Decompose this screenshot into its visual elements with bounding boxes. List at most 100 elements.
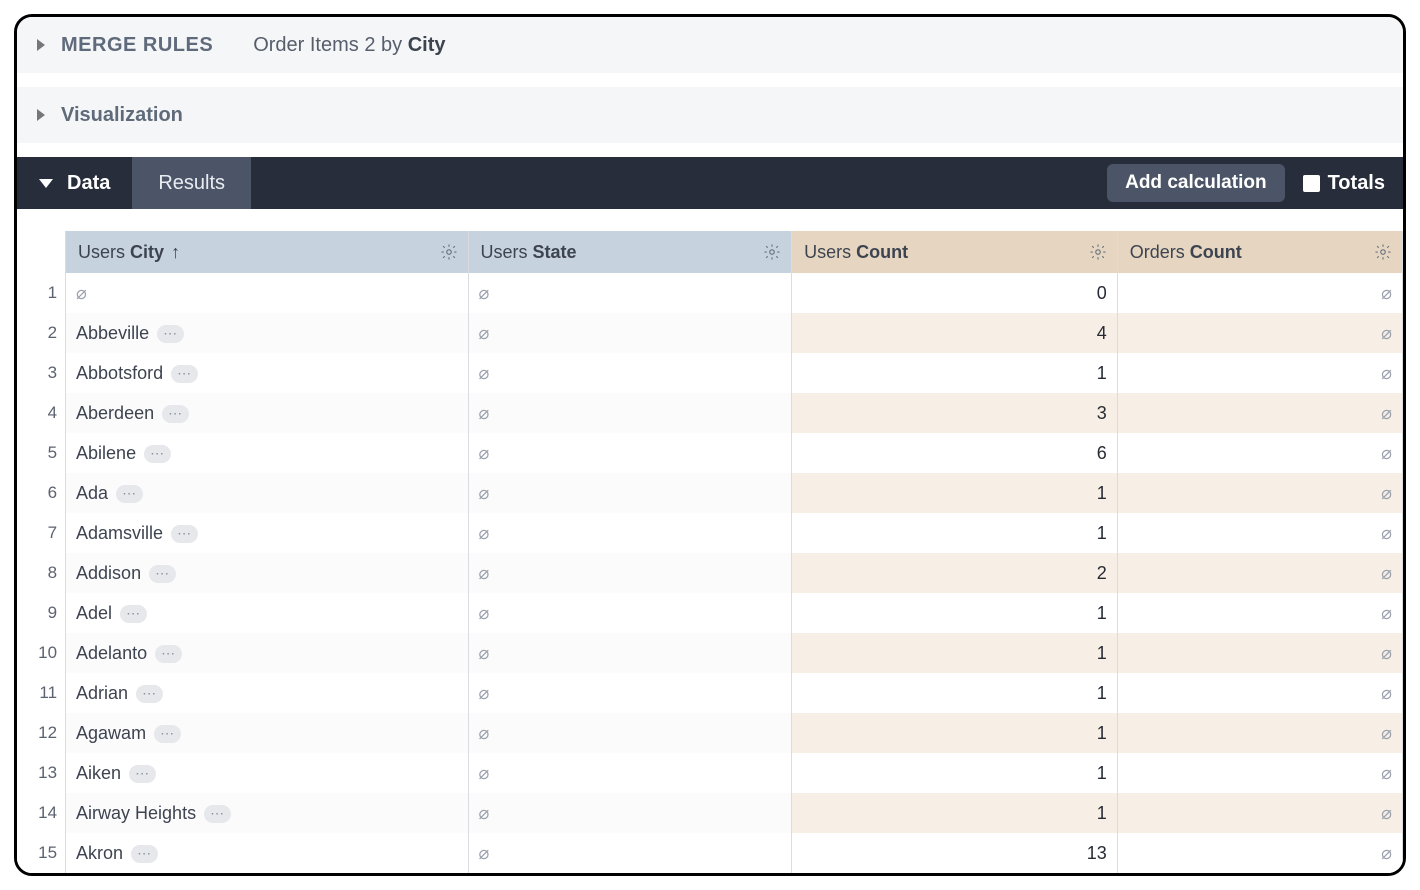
cell-users-city[interactable]: Abbeville⋯ bbox=[66, 313, 469, 353]
visualization-section[interactable]: Visualization bbox=[17, 87, 1403, 143]
cell-users-city[interactable]: Airway Heights⋯ bbox=[66, 793, 469, 833]
cell-users-state[interactable]: ⌀ bbox=[468, 353, 792, 393]
tab-results[interactable]: Results bbox=[132, 157, 251, 209]
add-calculation-button[interactable]: Add calculation bbox=[1107, 164, 1284, 202]
cell-users-count[interactable]: 2 bbox=[792, 553, 1118, 593]
null-icon: ⌀ bbox=[479, 764, 490, 782]
cell-orders-count[interactable]: ⌀ bbox=[1117, 713, 1402, 753]
cell-orders-count[interactable]: ⌀ bbox=[1117, 353, 1402, 393]
multi-value-pill[interactable]: ⋯ bbox=[171, 365, 198, 383]
null-icon: ⌀ bbox=[1381, 444, 1392, 462]
tab-data[interactable]: Data bbox=[17, 157, 132, 209]
cell-users-count[interactable]: 1 bbox=[792, 473, 1118, 513]
cell-users-count[interactable]: 1 bbox=[792, 633, 1118, 673]
multi-value-pill[interactable]: ⋯ bbox=[129, 765, 156, 783]
cell-orders-count[interactable]: ⌀ bbox=[1117, 473, 1402, 513]
cell-orders-count[interactable]: ⌀ bbox=[1117, 673, 1402, 713]
cell-orders-count[interactable]: ⌀ bbox=[1117, 313, 1402, 353]
cell-users-city[interactable]: Adamsville⋯ bbox=[66, 513, 469, 553]
cell-users-count[interactable]: 0 bbox=[792, 273, 1118, 313]
cell-users-state[interactable]: ⌀ bbox=[468, 593, 792, 633]
cell-users-state[interactable]: ⌀ bbox=[468, 313, 792, 353]
cell-users-count[interactable]: 1 bbox=[792, 353, 1118, 393]
cell-users-city[interactable]: Adel⋯ bbox=[66, 593, 469, 633]
table-row: 14Airway Heights⋯⌀1⌀ bbox=[17, 793, 1403, 833]
multi-value-pill[interactable]: ⋯ bbox=[154, 725, 181, 743]
multi-value-pill[interactable]: ⋯ bbox=[171, 525, 198, 543]
cell-users-state[interactable]: ⌀ bbox=[468, 553, 792, 593]
multi-value-pill[interactable]: ⋯ bbox=[116, 485, 143, 503]
gear-icon[interactable] bbox=[1089, 243, 1107, 261]
cell-users-count[interactable]: 3 bbox=[792, 393, 1118, 433]
cell-users-state[interactable]: ⌀ bbox=[468, 793, 792, 833]
cell-users-count[interactable]: 13 bbox=[792, 833, 1118, 873]
cell-users-city[interactable]: Addison⋯ bbox=[66, 553, 469, 593]
cell-orders-count[interactable]: ⌀ bbox=[1117, 433, 1402, 473]
column-header-count[interactable]: Users Count bbox=[792, 231, 1118, 273]
cell-users-state[interactable]: ⌀ bbox=[468, 473, 792, 513]
null-icon: ⌀ bbox=[1381, 844, 1392, 862]
row-number: 12 bbox=[17, 713, 66, 753]
cell-users-city[interactable]: Ada⋯ bbox=[66, 473, 469, 513]
cell-orders-count[interactable]: ⌀ bbox=[1117, 753, 1402, 793]
multi-value-pill[interactable]: ⋯ bbox=[136, 685, 163, 703]
cell-orders-count[interactable]: ⌀ bbox=[1117, 553, 1402, 593]
table-row: 5Abilene⋯⌀6⌀ bbox=[17, 433, 1403, 473]
column-header-count[interactable]: Orders Count bbox=[1117, 231, 1402, 273]
multi-value-pill[interactable]: ⋯ bbox=[149, 565, 176, 583]
cell-users-count[interactable]: 1 bbox=[792, 793, 1118, 833]
cell-users-state[interactable]: ⌀ bbox=[468, 753, 792, 793]
cell-orders-count[interactable]: ⌀ bbox=[1117, 593, 1402, 633]
cell-users-state[interactable]: ⌀ bbox=[468, 433, 792, 473]
cell-users-city[interactable]: ⌀ bbox=[66, 273, 469, 313]
cell-users-count[interactable]: 1 bbox=[792, 713, 1118, 753]
cell-users-state[interactable]: ⌀ bbox=[468, 673, 792, 713]
cell-users-state[interactable]: ⌀ bbox=[468, 393, 792, 433]
cell-users-city[interactable]: Abbotsford⋯ bbox=[66, 353, 469, 393]
cell-users-state[interactable]: ⌀ bbox=[468, 633, 792, 673]
cell-orders-count[interactable]: ⌀ bbox=[1117, 273, 1402, 313]
gear-icon[interactable] bbox=[763, 243, 781, 261]
multi-value-pill[interactable]: ⋯ bbox=[204, 805, 231, 823]
multi-value-pill[interactable]: ⋯ bbox=[162, 405, 189, 423]
cell-users-state[interactable]: ⌀ bbox=[468, 513, 792, 553]
multi-value-pill[interactable]: ⋯ bbox=[144, 445, 171, 463]
cell-users-city[interactable]: Adrian⋯ bbox=[66, 673, 469, 713]
cell-users-count[interactable]: 1 bbox=[792, 513, 1118, 553]
cell-users-count[interactable]: 1 bbox=[792, 753, 1118, 793]
gear-icon[interactable] bbox=[440, 243, 458, 261]
cell-users-state[interactable]: ⌀ bbox=[468, 833, 792, 873]
cell-users-state[interactable]: ⌀ bbox=[468, 273, 792, 313]
cell-users-count[interactable]: 1 bbox=[792, 673, 1118, 713]
cell-users-city[interactable]: Akron⋯ bbox=[66, 833, 469, 873]
cell-users-city[interactable]: Abilene⋯ bbox=[66, 433, 469, 473]
cell-orders-count[interactable]: ⌀ bbox=[1117, 513, 1402, 553]
multi-value-pill[interactable]: ⋯ bbox=[155, 645, 182, 663]
cell-users-count[interactable]: 6 bbox=[792, 433, 1118, 473]
cell-users-city[interactable]: Aberdeen⋯ bbox=[66, 393, 469, 433]
explore-panel: MERGE RULES Order Items 2 by City Visual… bbox=[14, 14, 1406, 876]
cell-orders-count[interactable]: ⌀ bbox=[1117, 393, 1402, 433]
cell-users-state[interactable]: ⌀ bbox=[468, 713, 792, 753]
table-row: 11Adrian⋯⌀1⌀ bbox=[17, 673, 1403, 713]
column-header-city[interactable]: Users City ↑ bbox=[66, 231, 469, 273]
chevron-right-icon bbox=[37, 109, 45, 121]
cell-users-city[interactable]: Aiken⋯ bbox=[66, 753, 469, 793]
cell-orders-count[interactable]: ⌀ bbox=[1117, 633, 1402, 673]
column-header-state[interactable]: Users State bbox=[468, 231, 792, 273]
multi-value-pill[interactable]: ⋯ bbox=[157, 325, 184, 343]
totals-toggle[interactable]: Totals bbox=[1303, 172, 1385, 195]
cell-users-count[interactable]: 4 bbox=[792, 313, 1118, 353]
row-number: 5 bbox=[17, 433, 66, 473]
cell-users-city[interactable]: Agawam⋯ bbox=[66, 713, 469, 753]
merge-rules-section[interactable]: MERGE RULES Order Items 2 by City bbox=[17, 17, 1403, 73]
cell-users-city[interactable]: Adelanto⋯ bbox=[66, 633, 469, 673]
cell-orders-count[interactable]: ⌀ bbox=[1117, 833, 1402, 873]
null-icon: ⌀ bbox=[1381, 324, 1392, 342]
multi-value-pill[interactable]: ⋯ bbox=[120, 605, 147, 623]
merge-rules-label: MERGE RULES bbox=[61, 34, 213, 57]
row-number: 7 bbox=[17, 513, 66, 553]
cell-users-count[interactable]: 1 bbox=[792, 593, 1118, 633]
cell-orders-count[interactable]: ⌀ bbox=[1117, 793, 1402, 833]
gear-icon[interactable] bbox=[1374, 243, 1392, 261]
